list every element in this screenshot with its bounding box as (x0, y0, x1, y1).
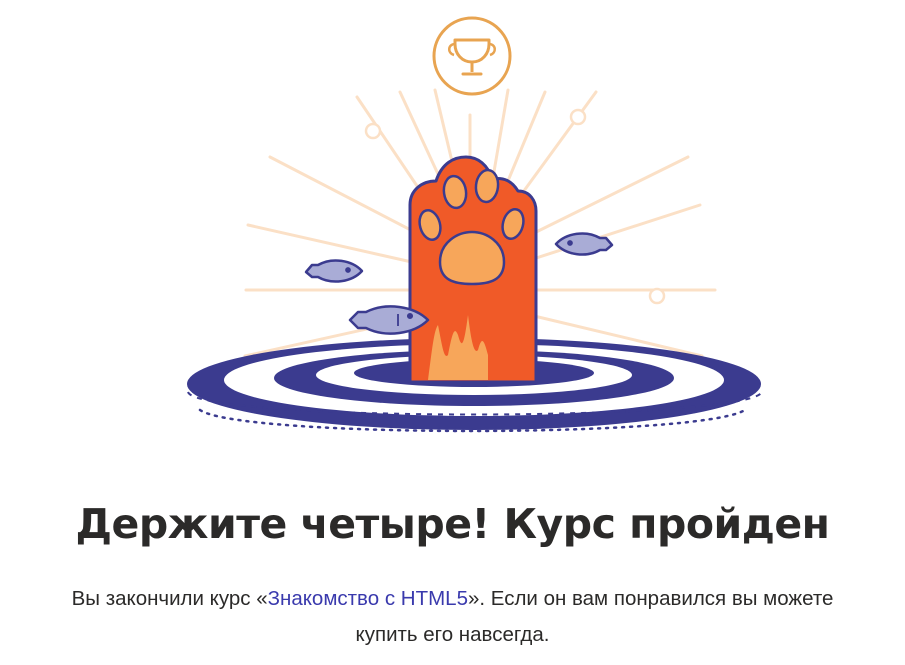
course-link[interactable]: Знакомство с HTML5 (268, 587, 468, 610)
message-text-before: Вы закончили курс « (71, 587, 268, 610)
page-title: Держите четыре! Курс пройден (75, 500, 830, 548)
trophy-icon (432, 16, 512, 96)
course-complete-illustration (187, 16, 763, 433)
cat-paw-icon (408, 155, 538, 384)
fish-icon (304, 259, 364, 283)
completion-message: Вы закончили курс «Знакомство с HTML5». … (60, 581, 845, 653)
